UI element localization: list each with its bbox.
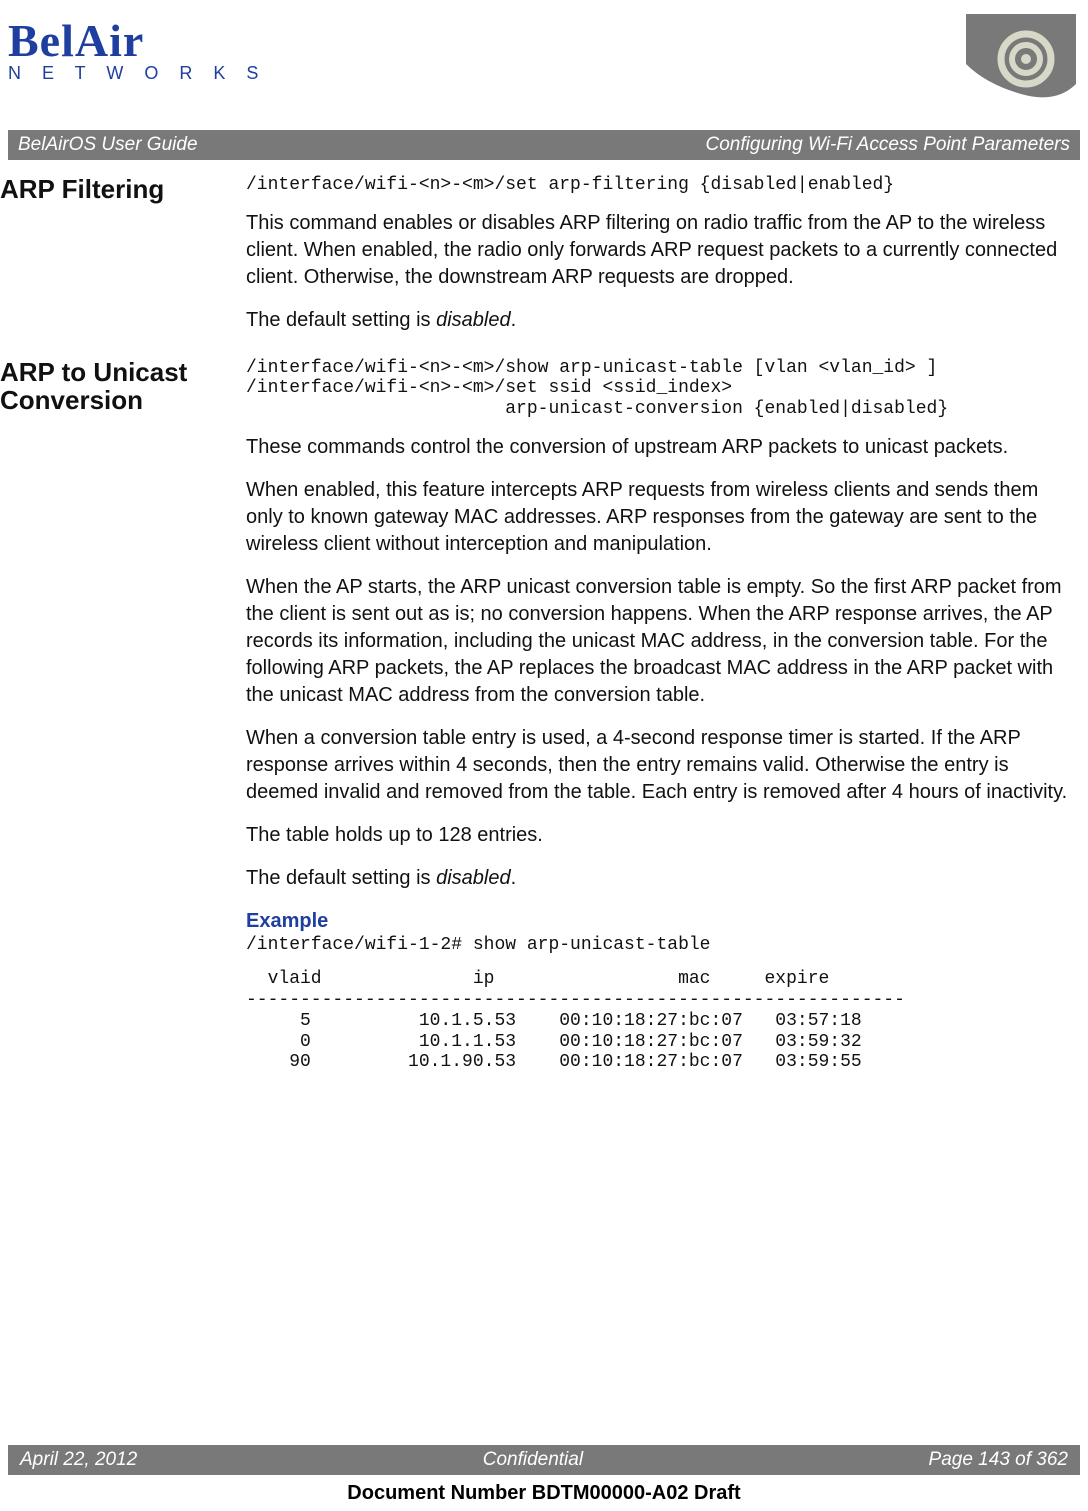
para: The default setting is disabled. [246,865,1076,892]
content: ARP Filtering /interface/wifi-<n>-<m>/se… [0,175,1076,1077]
footer-page: Page 143 of 362 [929,1449,1068,1471]
footer-date: April 22, 2012 [20,1449,137,1471]
example-command: /interface/wifi-1-2# show arp-unicast-ta… [246,935,1076,956]
para: When the AP starts, the ARP unicast conv… [246,574,1076,709]
para: The table holds up to 128 entries. [246,822,1076,849]
section-heading-arp-filtering: ARP Filtering [0,175,246,350]
footer-confidential: Confidential [483,1449,583,1471]
swirl-icon [966,14,1076,104]
header: BelAir N E T W O R K S [0,0,1088,104]
guide-title: BelAirOS User Guide [18,134,198,156]
para: The default setting is disabled. [246,307,1076,334]
section-heading-arp-unicast: ARP to Unicast Conversion [0,358,246,1073]
command-arp-filtering: /interface/wifi-<n>-<m>/set arp-filterin… [246,175,1076,196]
example-output-table: vlaid ip mac expire --------------------… [246,969,1076,1072]
document-number: Document Number BDTM00000-A02 Draft [0,1482,1088,1505]
command-arp-unicast: /interface/wifi-<n>-<m>/show arp-unicast… [246,358,1076,420]
example-heading: Example [246,908,1076,935]
footer-bar: April 22, 2012 Confidential Page 143 of … [8,1445,1080,1475]
para: These commands control the conversion of… [246,434,1076,461]
logo-sub: N E T W O R K S [8,63,266,84]
para: When enabled, this feature intercepts AR… [246,477,1076,558]
logo-brand: BelAir [8,14,144,67]
para: This command enables or disables ARP fil… [246,210,1076,291]
chapter-title: Configuring Wi-Fi Access Point Parameter… [706,134,1070,156]
para: When a conversion table entry is used, a… [246,725,1076,806]
logo: BelAir N E T W O R K S [8,14,266,84]
title-bar: BelAirOS User Guide Configuring Wi-Fi Ac… [8,130,1080,160]
